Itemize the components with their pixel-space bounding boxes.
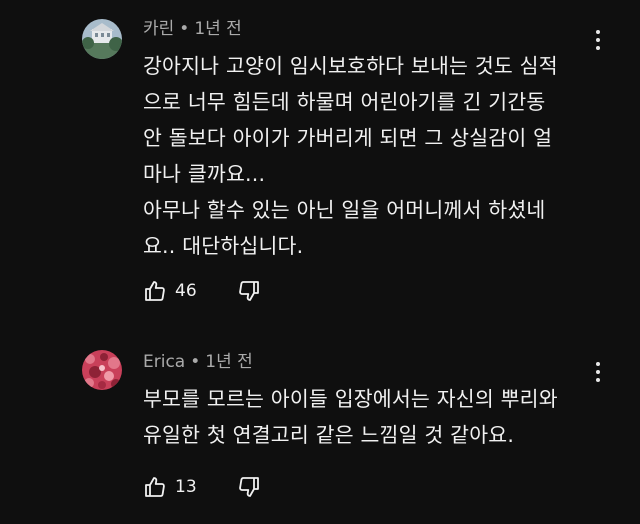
dot <box>596 46 600 50</box>
thumbs-up-icon <box>145 477 165 497</box>
avatar[interactable] <box>82 350 122 390</box>
comment-text: 강아지나 고양이 임시보호하다 보내는 것도 심적 으로 너무 힘든데 하물며 … <box>143 54 558 258</box>
thumbs-down-icon <box>239 281 259 301</box>
comment-item: Erica • 1년 전 부모를 모르는 아이들 입장에서는 자신의 뿌리와 유일한… <box>0 330 640 524</box>
dot <box>596 38 600 42</box>
dot <box>596 370 600 374</box>
dot <box>596 378 600 382</box>
comment-text: 부모를 모르는 아이들 입장에서는 자신의 뿌리와 유일한 첫 연결고리 같은 … <box>143 387 558 447</box>
more-actions-button[interactable] <box>588 26 608 54</box>
more-actions-button[interactable] <box>588 358 608 386</box>
avatar-image <box>82 350 122 390</box>
like-button[interactable] <box>143 475 167 499</box>
comment-item: 카린 • 1년 전 강아지나 고양이 임시보호하다 보내는 것도 심적 으로 너무 … <box>0 0 640 330</box>
comment-time[interactable]: 1년 전 <box>205 352 253 372</box>
comment-author[interactable]: Erica <box>143 352 185 372</box>
comment-actions: 13 <box>143 472 261 502</box>
dot <box>596 30 600 34</box>
dot <box>596 362 600 366</box>
thumbs-up-icon <box>145 281 165 301</box>
comment-meta: 카린 • 1년 전 <box>143 18 242 40</box>
thumbs-down-icon <box>239 477 259 497</box>
dislike-button[interactable] <box>237 475 261 499</box>
comment-time[interactable]: 1년 전 <box>194 19 242 39</box>
meta-separator: • <box>179 19 190 39</box>
avatar-image <box>82 19 122 59</box>
like-button[interactable] <box>143 279 167 303</box>
like-count: 13 <box>175 477 197 497</box>
comment-author[interactable]: 카린 <box>143 19 174 39</box>
dislike-button[interactable] <box>237 279 261 303</box>
meta-separator: • <box>190 352 201 372</box>
comment-actions: 46 <box>143 276 261 306</box>
comment-meta: Erica • 1년 전 <box>143 351 253 373</box>
avatar[interactable] <box>82 19 122 59</box>
like-count: 46 <box>175 281 197 301</box>
